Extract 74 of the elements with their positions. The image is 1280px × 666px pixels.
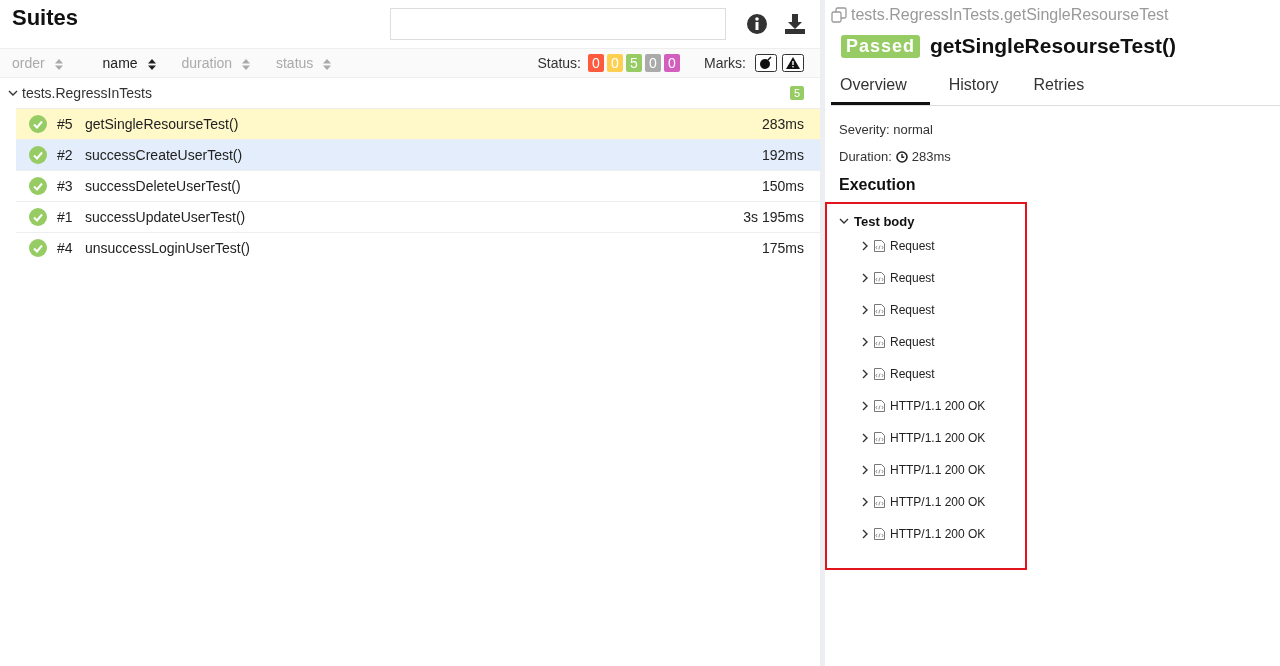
code-file-icon [874, 432, 885, 444]
warning-icon[interactable] [782, 54, 804, 72]
test-name: getSingleResourseTest() [85, 116, 239, 132]
code-file-icon [874, 304, 885, 316]
section-heading: Execution [839, 176, 917, 194]
status-label: Status: [537, 55, 581, 71]
tab[interactable]: History [939, 68, 1015, 105]
attachment-row[interactable]: Request [861, 326, 1025, 358]
marks-label: Marks: [704, 55, 746, 71]
check-circle-icon [29, 208, 47, 226]
step-row[interactable]: Test body [839, 212, 1025, 230]
test-row[interactable]: #4 unsuccessLoginUserTest() 175ms [16, 232, 820, 263]
test-name: successCreateUserTest() [85, 147, 243, 163]
bomb-icon[interactable] [755, 54, 777, 72]
code-file-icon [874, 400, 885, 412]
test-duration: 283ms [761, 116, 804, 132]
duration-value: 283ms [911, 149, 951, 164]
attachment-row[interactable]: Request [861, 262, 1025, 294]
test-row[interactable]: #5 getSingleResourseTest() 283ms [16, 108, 820, 139]
attachment-row[interactable]: HTTP/1.1 200 OK [861, 518, 1025, 550]
test-name: unsuccessLoginUserTest() [85, 240, 250, 256]
suite-name: tests.RegressInTests [22, 85, 152, 101]
test-row[interactable]: #1 successUpdateUserTest() 3s 195ms [16, 201, 820, 232]
tab[interactable]: Overview [831, 68, 930, 105]
test-number: #1 [57, 209, 74, 225]
code-file-icon [874, 496, 885, 508]
search-field[interactable] [390, 8, 726, 40]
test-full-name: tests.RegressInTests.getSingleResourseTest [851, 6, 1169, 24]
test-duration: 192ms [761, 147, 804, 163]
tab[interactable]: Retries [1024, 68, 1101, 105]
test-row[interactable]: #3 successDeleteUserTest() 150ms [16, 170, 820, 201]
copy-icon[interactable] [831, 7, 847, 23]
clock-icon [895, 150, 908, 163]
code-file-icon [874, 336, 885, 348]
test-name: successUpdateUserTest() [85, 209, 246, 225]
code-file-icon [874, 272, 885, 284]
test-duration: 150ms [761, 178, 804, 194]
test-number: #2 [57, 147, 74, 163]
sort-icon [242, 58, 250, 70]
test-title: getSingleResourseTest() [930, 34, 1176, 58]
severity-text: Severity: normal [839, 122, 934, 137]
test-number: #3 [57, 178, 74, 194]
check-circle-icon [29, 239, 47, 257]
check-circle-icon [29, 115, 47, 133]
test-number: #5 [57, 116, 74, 132]
sort-column[interactable]: name [102, 55, 156, 71]
suite-group-row[interactable]: tests.RegressInTests 5 [0, 78, 820, 108]
status-badge: Passed [841, 34, 921, 58]
test-duration: 175ms [761, 240, 804, 256]
duration-label: Duration: [839, 149, 892, 164]
test-row[interactable]: #2 successCreateUserTest() 192ms [16, 139, 820, 170]
test-duration: 3s 195ms [743, 209, 804, 225]
sort-icon [323, 58, 332, 70]
check-circle-icon [29, 177, 47, 195]
passed-count-badge: 5 [789, 86, 804, 100]
attachment-row[interactable]: HTTP/1.1 200 OK [861, 486, 1025, 518]
sort-icon [147, 58, 156, 70]
attachment-row[interactable]: Request [861, 230, 1025, 262]
sort-icon [54, 58, 63, 70]
attachment-row[interactable]: HTTP/1.1 200 OK [861, 422, 1025, 454]
attachment-row[interactable]: Request [861, 358, 1025, 390]
code-file-icon [874, 368, 885, 380]
code-file-icon [874, 528, 885, 540]
code-file-icon [874, 240, 885, 252]
download-icon[interactable] [784, 13, 806, 35]
attachment-row[interactable]: HTTP/1.1 200 OK [861, 390, 1025, 422]
check-circle-icon [29, 146, 47, 164]
info-icon[interactable] [746, 13, 768, 35]
attachment-row[interactable]: HTTP/1.1 200 OK [861, 454, 1025, 486]
code-file-icon [874, 464, 885, 476]
test-name: successDeleteUserTest() [85, 178, 241, 194]
page-title: Suites [12, 5, 79, 31]
test-number: #4 [57, 240, 74, 256]
attachment-row[interactable]: Request [861, 294, 1025, 326]
